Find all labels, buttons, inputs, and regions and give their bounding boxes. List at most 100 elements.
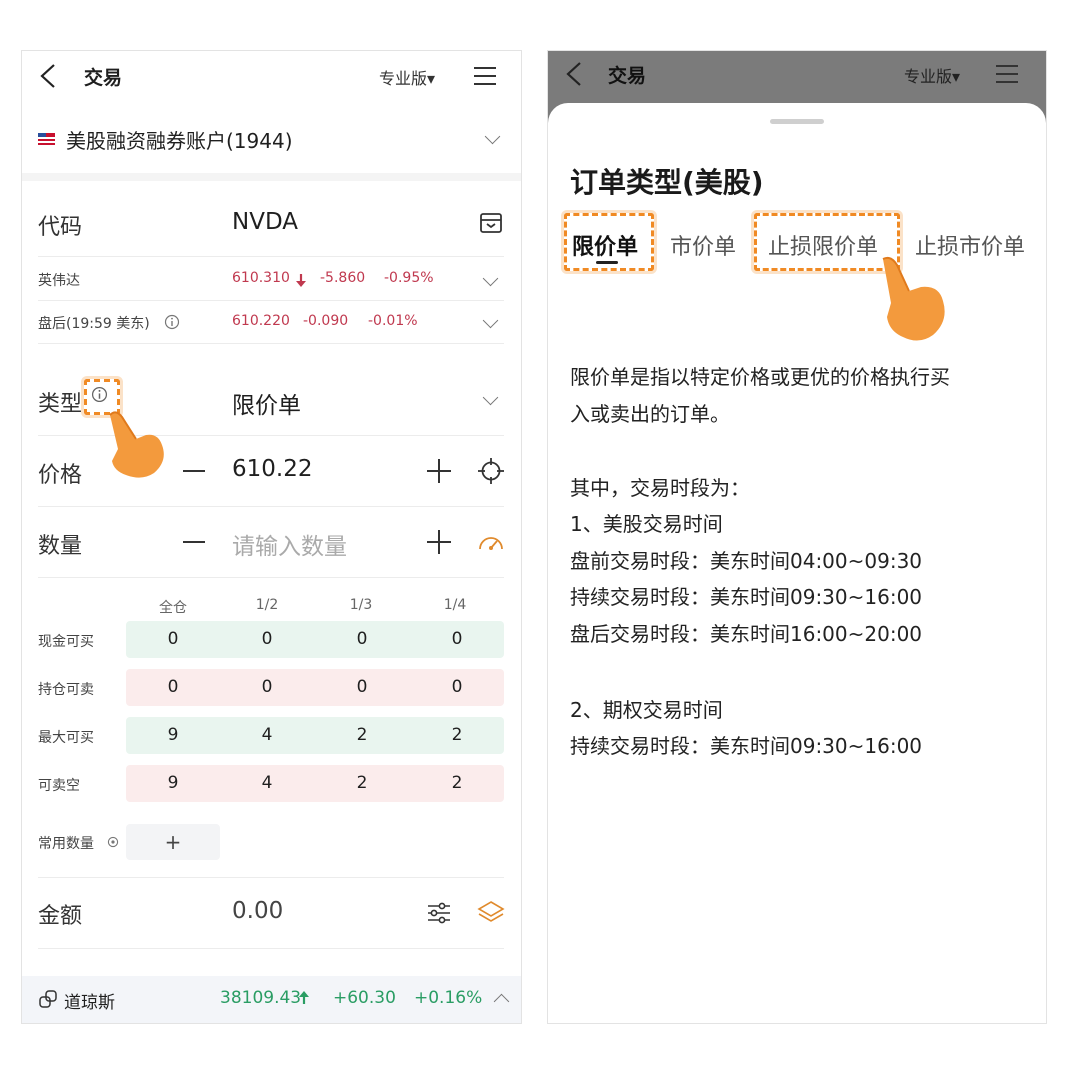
info-icon[interactable]: [164, 314, 180, 330]
common-qty-label: 常用数量: [38, 836, 94, 852]
chevron-down-icon[interactable]: [482, 389, 499, 406]
divider: [38, 343, 504, 344]
description-line: 盘前交易时段：美东时间04:00~09:30: [570, 549, 923, 573]
grid-cell[interactable]: 4: [220, 717, 314, 754]
pro-mode-dropdown[interactable]: 专业版▾: [379, 65, 435, 89]
grid-cell[interactable]: 2: [410, 765, 504, 802]
grid-cell[interactable]: 9: [126, 765, 220, 802]
grid-row-label: 可卖空: [38, 778, 80, 794]
divider: [38, 577, 504, 578]
code-value[interactable]: NVDA: [232, 209, 298, 235]
layers-icon[interactable]: [477, 900, 505, 926]
description-line: 2、期权交易时间: [570, 698, 723, 722]
index-change-pct: +0.16%: [414, 988, 483, 1008]
quantity-input[interactable]: 请输入数量: [232, 527, 347, 561]
price-input[interactable]: 610.22: [232, 456, 312, 482]
divider: [38, 506, 504, 507]
down-arrow-icon: [296, 274, 306, 287]
grid-cell[interactable]: 0: [410, 669, 504, 706]
account-selector[interactable]: 美股融资融券账户(1944): [38, 125, 508, 155]
description-line: 1、美股交易时间: [570, 512, 723, 536]
pointing-hand-icon: [109, 411, 164, 478]
section-gap: [22, 173, 521, 181]
quantity-minus-button[interactable]: [183, 541, 205, 543]
table-row: 9 4 2 2: [126, 765, 504, 802]
sheet-drag-handle[interactable]: [770, 119, 824, 124]
grid-row-label: 最大可买: [38, 730, 94, 746]
back-icon[interactable]: [562, 59, 588, 89]
us-flag-icon: [38, 133, 55, 145]
menu-icon[interactable]: [474, 67, 496, 85]
grid-cell[interactable]: 0: [410, 621, 504, 658]
index-price: 38109.43: [220, 988, 302, 1008]
pointing-hand-icon: [882, 256, 945, 341]
chevron-down-icon[interactable]: [482, 312, 499, 329]
last-price: 610.310: [232, 270, 290, 286]
amount-label: 金额: [38, 904, 83, 929]
divider: [38, 300, 504, 301]
after-hours-label: 盘后(19:59 美东): [38, 316, 150, 332]
index-ticker-bar[interactable]: 道琼斯 38109.43 +60.30 +0.16%: [22, 976, 521, 1023]
index-name: 道琼斯: [64, 993, 115, 1013]
grid-cell[interactable]: 2: [315, 717, 409, 754]
description-line: 限价单是指以特定价格或更优的价格执行买: [570, 365, 950, 389]
account-label: 美股融资融券账户(1944): [66, 129, 293, 153]
price-change: -5.860: [320, 270, 366, 286]
tab-market-order[interactable]: 市价单: [670, 229, 736, 261]
divider: [38, 256, 504, 257]
crosshair-icon[interactable]: [478, 458, 504, 484]
stock-name: 英伟达: [38, 273, 80, 289]
info-icon[interactable]: [91, 386, 108, 403]
divider: [38, 877, 504, 878]
after-hours-price: 610.220: [232, 313, 290, 329]
grid-cell[interactable]: 0: [126, 669, 220, 706]
price-change-pct: -0.95%: [384, 270, 434, 286]
grid-cell[interactable]: 9: [126, 717, 220, 754]
chevron-down-icon[interactable]: [482, 270, 499, 287]
price-label: 价格: [38, 463, 83, 488]
grid-cell[interactable]: 0: [220, 669, 314, 706]
grid-cell[interactable]: 0: [315, 621, 409, 658]
tab-stop-limit-order[interactable]: 止损限价单: [768, 229, 878, 261]
price-minus-button[interactable]: [183, 470, 205, 472]
price-plus-button[interactable]: [427, 459, 451, 483]
menu-icon[interactable]: [996, 65, 1018, 83]
lock-box-icon[interactable]: [479, 212, 503, 234]
filter-icon[interactable]: [426, 901, 452, 925]
description-line: 入或卖出的订单。: [570, 402, 730, 426]
grid-cell[interactable]: 0: [220, 621, 314, 658]
page-title: 交易: [84, 67, 123, 89]
grid-cell[interactable]: 0: [126, 621, 220, 658]
order-type-value[interactable]: 限价单: [232, 386, 301, 420]
code-label: 代码: [38, 215, 83, 240]
grid-header: 全仓: [159, 600, 187, 616]
grid-cell[interactable]: 4: [220, 765, 314, 802]
quantity-plus-button[interactable]: [427, 530, 451, 554]
quantity-label: 数量: [38, 534, 83, 559]
grid-row-label: 持仓可卖: [38, 682, 94, 698]
chevron-up-icon[interactable]: [493, 993, 510, 1010]
grid-cell[interactable]: 2: [410, 717, 504, 754]
add-common-qty-button[interactable]: +: [126, 824, 220, 860]
description-line: 持续交易时段：美东时间09:30~16:00: [570, 734, 923, 758]
grid-header: 1/4: [443, 597, 467, 613]
amount-value: 0.00: [232, 898, 284, 924]
tab-limit-order[interactable]: 限价单: [572, 229, 638, 261]
table-row: 0 0 0 0: [126, 669, 504, 706]
description-line: 其中，交易时段为：: [570, 476, 750, 500]
after-hours-change: -0.090: [303, 313, 349, 329]
grid-header: 1/3: [349, 597, 373, 613]
active-tab-indicator: [596, 261, 618, 264]
settings-icon[interactable]: [107, 836, 119, 848]
gauge-icon[interactable]: [477, 531, 505, 553]
grid-row-label: 现金可买: [38, 634, 94, 650]
grid-cell[interactable]: 0: [315, 669, 409, 706]
back-icon[interactable]: [36, 61, 62, 91]
table-row: 9 4 2 2: [126, 717, 504, 754]
table-row: 0 0 0 0: [126, 621, 504, 658]
description-line: 持续交易时段：美东时间09:30~16:00: [570, 585, 923, 609]
up-arrow-icon: [299, 991, 309, 1004]
pro-mode-dropdown[interactable]: 专业版▾: [904, 63, 960, 87]
grid-cell[interactable]: 2: [315, 765, 409, 802]
grid-header: 1/2: [255, 597, 279, 613]
